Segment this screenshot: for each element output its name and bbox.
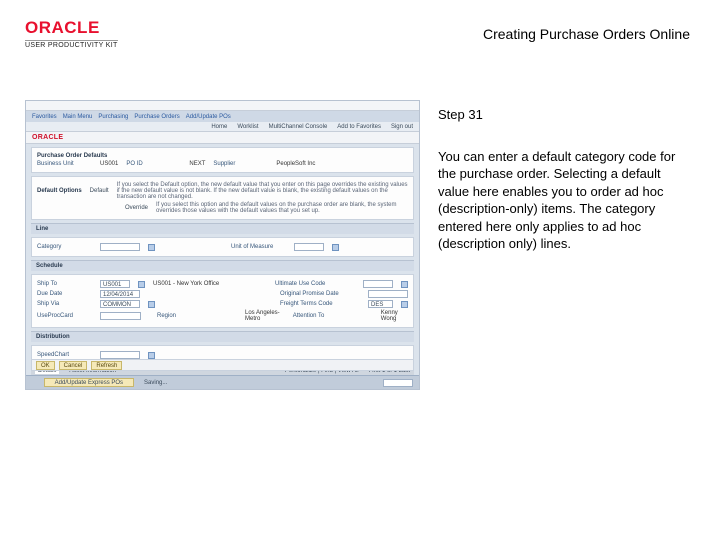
attn-value: Kenny Wong xyxy=(381,310,408,322)
crumb[interactable]: Purchase Orders xyxy=(134,114,179,120)
crumb[interactable]: Purchasing xyxy=(98,114,128,120)
action-pill[interactable]: Add/Update Express POs xyxy=(44,378,134,387)
step-label: Step 31 xyxy=(438,106,690,124)
form-title: Purchase Order Defaults xyxy=(37,153,107,159)
header-panel: Purchase Order Defaults Business Unit US… xyxy=(31,147,414,173)
useproc-label: UseProcCard xyxy=(37,313,92,319)
line-panel: Category Unit of Measure xyxy=(31,237,414,257)
oracle-wordmark: ORACLE xyxy=(25,18,118,38)
attn-label: Attention To xyxy=(293,313,373,319)
page-title: Creating Purchase Orders Online xyxy=(483,26,690,42)
ship-to-input[interactable]: US001 xyxy=(100,280,130,288)
breadcrumb: Favorites Main Menu Purchasing Purchase … xyxy=(26,111,419,122)
schedule-panel: Ship To US001 US001 - New York Office Ul… xyxy=(31,274,414,328)
speedchart-input[interactable] xyxy=(100,351,140,359)
do-opt-default[interactable]: Default xyxy=(90,188,109,194)
crumb[interactable]: Favorites xyxy=(32,114,57,120)
nav-link[interactable]: Add to Favorites xyxy=(337,124,381,130)
bu-value: US001 xyxy=(100,161,118,167)
content-row: Favorites Main Menu Purchasing Purchase … xyxy=(25,100,690,390)
global-nav: Home Worklist MultiChannel Console Add t… xyxy=(26,122,419,132)
category-input[interactable] xyxy=(100,243,140,251)
crumb[interactable]: Main Menu xyxy=(63,114,93,120)
orig-prom-label: Original Promise Date xyxy=(280,291,360,297)
supplier-label: Supplier xyxy=(213,161,268,167)
ship-to-label: Ship To xyxy=(37,281,92,287)
product-name: USER PRODUCTIVITY KIT xyxy=(25,40,118,49)
bu-label: Business Unit xyxy=(37,161,92,167)
due-date-label: Due Date xyxy=(37,291,92,297)
app-brand-row: ORACLE xyxy=(26,132,419,144)
refresh-button[interactable]: Refresh xyxy=(91,361,122,370)
lookup-icon[interactable] xyxy=(138,281,145,288)
browser-chrome xyxy=(26,101,419,111)
step-body: You can enter a default category code fo… xyxy=(438,148,690,253)
status-text xyxy=(32,380,34,386)
nav-link[interactable]: Home xyxy=(211,124,227,130)
freight-label: Freight Terms Code xyxy=(280,301,360,307)
progress-box xyxy=(383,379,413,387)
supplier-value: PeopleSoft Inc xyxy=(276,161,315,167)
distribution-header: Distribution xyxy=(31,331,414,342)
do-label: Default Options xyxy=(37,188,82,194)
cancel-button[interactable]: Cancel xyxy=(59,361,88,370)
ult-use-input[interactable] xyxy=(363,280,393,288)
schedule-header: Schedule xyxy=(31,260,414,271)
ship-via-label: Ship Via xyxy=(37,301,92,307)
poid-value: NEXT xyxy=(189,161,205,167)
lookup-icon[interactable] xyxy=(148,301,155,308)
default-options-panel: Default Options Default If you select th… xyxy=(31,176,414,220)
lookup-icon[interactable] xyxy=(148,352,155,359)
region-label: Region xyxy=(157,313,237,319)
useproc-input[interactable] xyxy=(100,312,141,320)
do-text: If you select the Default option, the ne… xyxy=(117,182,408,200)
speedchart-label: SpeedChart xyxy=(37,352,92,358)
do-opt-override[interactable]: Override xyxy=(125,205,148,211)
uom-lookup-icon[interactable] xyxy=(332,244,339,251)
ship-to-desc: US001 - New York Office xyxy=(153,281,219,287)
nav-link[interactable]: MultiChannel Console xyxy=(269,124,328,130)
instruction-column: Step 31 You can enter a default category… xyxy=(438,100,690,390)
uom-input[interactable] xyxy=(294,243,324,251)
uom-label: Unit of Measure xyxy=(231,244,286,250)
lookup-icon[interactable] xyxy=(401,301,408,308)
form-footer: OK Cancel Refresh xyxy=(31,359,414,371)
category-lookup-icon[interactable] xyxy=(148,244,155,251)
line-header: Line xyxy=(31,223,414,234)
crumb[interactable]: Add/Update POs xyxy=(186,114,231,120)
region-value: Los Angeles-Metro xyxy=(245,310,285,322)
lookup-icon[interactable] xyxy=(401,281,408,288)
ship-via-input[interactable]: COMMON xyxy=(100,300,140,308)
poid-label: PO ID xyxy=(126,161,181,167)
status-bar: Add/Update Express POs Saving... xyxy=(26,375,419,389)
nav-link[interactable]: Sign out xyxy=(391,124,413,130)
oracle-logo-block: ORACLE USER PRODUCTIVITY KIT xyxy=(25,18,118,49)
app-screenshot: Favorites Main Menu Purchasing Purchase … xyxy=(25,100,420,390)
ult-use-label: Ultimate Use Code xyxy=(275,281,355,287)
ok-button[interactable]: OK xyxy=(36,361,55,370)
ov-text: If you select this option and the defaul… xyxy=(156,202,408,214)
due-date-input[interactable]: 12/04/2014 xyxy=(100,290,140,298)
orig-prom-input[interactable] xyxy=(368,290,408,298)
freight-input[interactable]: DES xyxy=(368,300,393,308)
saving-label: Saving... xyxy=(144,380,167,386)
category-label: Category xyxy=(37,244,92,250)
nav-link[interactable]: Worklist xyxy=(237,124,258,130)
app-oracle-logo: ORACLE xyxy=(32,134,63,141)
